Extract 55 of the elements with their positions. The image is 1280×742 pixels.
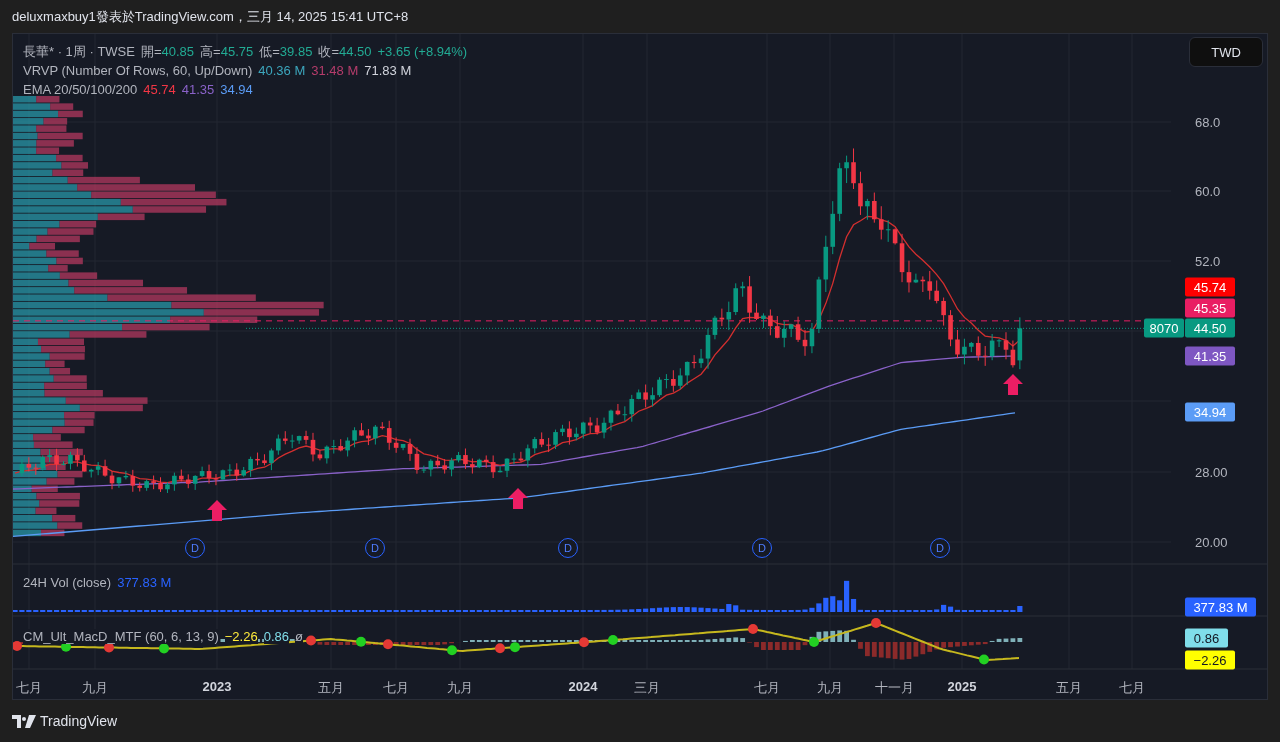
price-tick-label: 20.00 <box>1195 534 1228 550</box>
macd-scale-label: −2.26 <box>1185 650 1235 670</box>
volume-name: 24H Vol (close) <box>23 575 112 590</box>
vrvp-name: VRVP (Number Of Rows, 60, Up/Down) <box>23 63 253 78</box>
price-tick-label: 60.0 <box>1195 183 1221 199</box>
time-axis-label: 七月 <box>16 679 42 697</box>
time-axis-label: 九月 <box>817 679 843 697</box>
currency-button[interactable]: TWD <box>1189 37 1263 67</box>
time-axis-label: 九月 <box>447 679 473 697</box>
ema-name: EMA 20/50/100/200 <box>23 82 138 97</box>
time-axis-label: 2025 <box>947 679 977 694</box>
price-tick-label: 28.00 <box>1195 464 1228 480</box>
ohlc-value: 高=45.75 <box>200 42 254 61</box>
ohlc-value: 低=39.85 <box>259 42 313 61</box>
price-tick-label: 68.0 <box>1195 114 1221 130</box>
price-change: +3.65 (+8.94%) <box>377 44 468 59</box>
time-axis-label: 2023 <box>202 679 232 694</box>
dividend-marker[interactable]: D <box>752 538 772 558</box>
price-label: 34.94 <box>1185 402 1235 422</box>
vrvp-value: 40.36 M <box>258 63 306 78</box>
time-axis-label: 七月 <box>383 679 409 697</box>
price-label: 45.35 <box>1185 298 1235 318</box>
ema-value: 45.74 <box>143 82 176 97</box>
brand-name: TradingView <box>40 713 118 729</box>
time-axis-label: 七月 <box>1119 679 1145 697</box>
price-label: 41.35 <box>1185 346 1235 366</box>
price-label: 44.50 <box>1185 318 1235 338</box>
dividend-marker[interactable]: D <box>930 538 950 558</box>
time-axis-label: 五月 <box>1056 679 1082 697</box>
ohlc-value: 開=40.85 <box>140 42 195 61</box>
volume-value: 377.83 M <box>117 575 172 590</box>
publish-info: deluxmaxbuy1發表於TradingView.com，三月 14, 2025 15:41 UTC+8 <box>12 7 409 26</box>
dividend-marker[interactable]: D <box>185 538 205 558</box>
time-axis-label: 七月 <box>754 679 780 697</box>
volume-scale-label: 377.83 M <box>1185 597 1256 617</box>
bar-countdown: 8070 <box>1144 318 1184 338</box>
dividend-marker[interactable]: D <box>558 538 578 558</box>
macd-value: −2.26 <box>224 629 258 644</box>
time-axis-label: 三月 <box>634 679 660 697</box>
price-tick-label: 52.0 <box>1195 253 1221 269</box>
vrvp-value: 31.48 M <box>311 63 359 78</box>
time-axis-label: 十一月 <box>874 679 914 697</box>
macd-value: 0.86 <box>263 629 289 644</box>
time-axis-label: 九月 <box>82 679 108 697</box>
macd-name: CM_Ult_MacD_MTF (60, 6, 13, 9) <box>23 629 219 644</box>
ema-value: 34.94 <box>220 82 253 97</box>
vrvp-value: 71.83 M <box>364 63 412 78</box>
price-label: 45.74 <box>1185 277 1235 297</box>
ohlc-value: 收=44.50 <box>318 42 372 61</box>
symbol-info: 長華* · 1周 · TWSE <box>23 42 135 61</box>
dividend-marker[interactable]: D <box>365 538 385 558</box>
time-axis-label: 五月 <box>318 679 344 697</box>
ema-value: 41.35 <box>181 82 215 97</box>
macd-scale-label: 0.86 <box>1185 628 1228 648</box>
time-axis-label: 2024 <box>568 679 598 694</box>
